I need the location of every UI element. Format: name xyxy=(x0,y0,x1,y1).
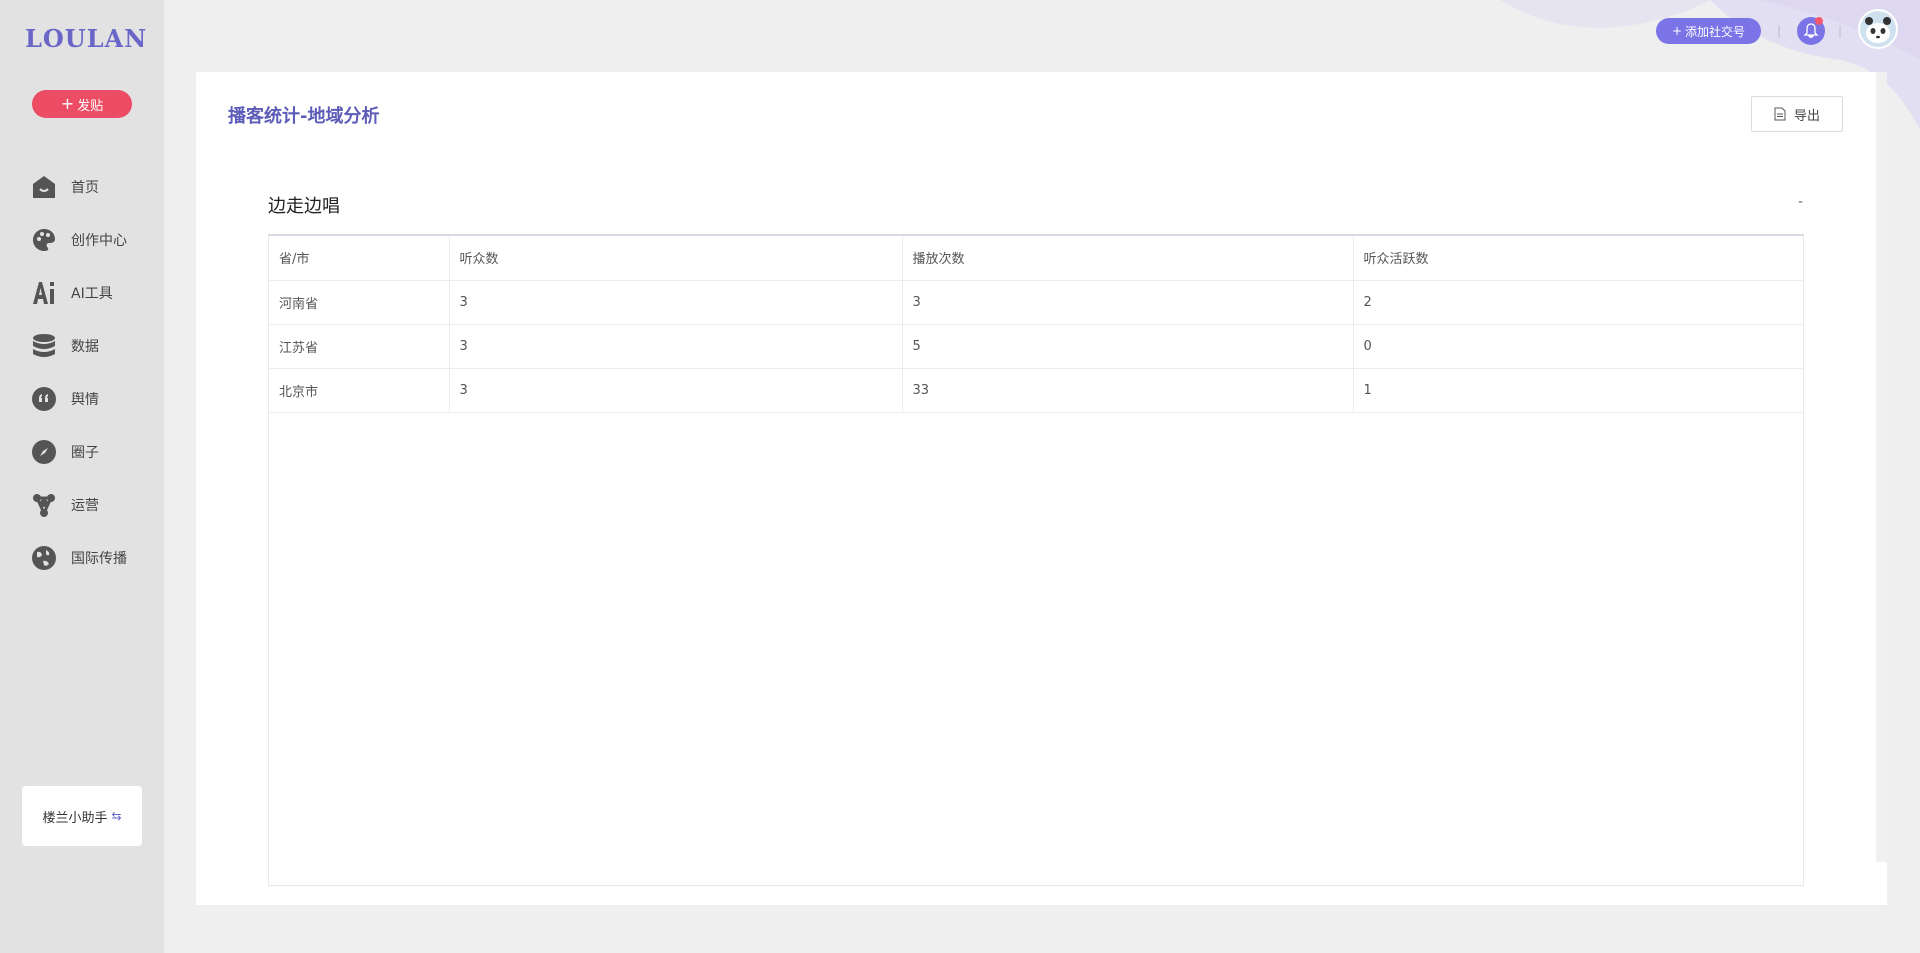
sidebar-item-label: 创作中心 xyxy=(71,232,127,249)
quote-icon xyxy=(31,386,57,412)
separator: | xyxy=(1777,24,1782,38)
sidebar-item-home[interactable]: 首页 xyxy=(0,160,164,213)
app-logo[interactable]: LOULAN xyxy=(25,24,147,53)
cell-active-listeners: 0 xyxy=(1353,324,1803,369)
table-header-row: 省/市 听众数 播放次数 听众活跃数 xyxy=(269,236,1803,281)
main-card: 播客统计-地域分析 导出 边走边唱 - 省/市 听众数 播放次数 听众活跃数 河… xyxy=(196,72,1887,905)
scrollbar[interactable] xyxy=(1876,72,1887,862)
cell-active-listeners: 2 xyxy=(1353,280,1803,325)
new-post-label: 发贴 xyxy=(77,98,104,114)
sidebar-item-label: 圈子 xyxy=(71,444,99,461)
cell-active-listeners: 1 xyxy=(1353,368,1803,413)
podcast-name: 边走边唱 xyxy=(268,196,340,217)
page-title: 播客统计-地域分析 xyxy=(228,106,380,127)
table-row: 江苏省 3 5 0 xyxy=(269,324,1803,369)
add-social-account-button[interactable]: + 添加社交号 xyxy=(1656,18,1761,44)
sidebar-item-ai-tools[interactable]: AI工具 xyxy=(0,266,164,319)
plus-icon: + xyxy=(1671,24,1683,38)
plus-icon: + xyxy=(60,94,75,113)
cell-region: 江苏省 xyxy=(269,324,450,369)
ai-icon xyxy=(31,280,57,306)
cell-plays: 33 xyxy=(902,368,1354,413)
column-header-active-listeners: 听众活跃数 xyxy=(1353,236,1803,281)
cell-listeners: 3 xyxy=(449,324,903,369)
sidebar-item-circles[interactable]: 圈子 xyxy=(0,425,164,478)
column-header-listeners: 听众数 xyxy=(449,236,903,281)
notification-bell-icon[interactable] xyxy=(1797,17,1825,45)
cell-listeners: 3 xyxy=(449,368,903,413)
network-icon xyxy=(31,492,57,518)
home-icon xyxy=(31,174,57,200)
new-post-button[interactable]: + 发贴 xyxy=(32,90,132,118)
sidebar-nav: 首页 创作中心 AI工具 数据 舆情 圈子 运营 国际传播 xyxy=(0,160,164,584)
notification-dot xyxy=(1815,17,1823,25)
cell-plays: 3 xyxy=(902,280,1354,325)
sidebar-item-operations[interactable]: 运营 xyxy=(0,478,164,531)
assistant-label: 楼兰小助手 xyxy=(42,810,108,826)
cell-region: 北京市 xyxy=(269,368,450,413)
sidebar-item-label: AI工具 xyxy=(71,285,113,302)
section-extra: - xyxy=(1797,194,1803,210)
sidebar-item-label: 国际传播 xyxy=(71,550,127,567)
sidebar-item-label: 首页 xyxy=(71,179,99,196)
compass-icon xyxy=(31,439,57,465)
column-header-plays: 播放次数 xyxy=(902,236,1354,281)
sidebar-item-label: 舆情 xyxy=(71,391,99,408)
separator: | xyxy=(1838,24,1843,38)
sidebar-item-data[interactable]: 数据 xyxy=(0,319,164,372)
swap-icon: ⇆ xyxy=(111,809,122,823)
palette-icon xyxy=(31,227,57,253)
cell-listeners: 3 xyxy=(449,280,903,325)
globe-icon xyxy=(31,545,57,571)
table-row: 北京市 3 33 1 xyxy=(269,368,1803,413)
sidebar-item-creation-center[interactable]: 创作中心 xyxy=(0,213,164,266)
database-icon xyxy=(31,333,57,359)
add-social-account-label: 添加社交号 xyxy=(1685,24,1746,39)
sidebar-item-public-opinion[interactable]: 舆情 xyxy=(0,372,164,425)
cell-region: 河南省 xyxy=(269,280,450,325)
sidebar: LOULAN + 发贴 首页 创作中心 AI工具 数据 舆情 圈子 运营 国际传… xyxy=(0,0,164,953)
assistant-button[interactable]: 楼兰小助手 ⇆ xyxy=(22,786,142,846)
sidebar-item-label: 数据 xyxy=(71,338,99,355)
region-table: 省/市 听众数 播放次数 听众活跃数 河南省 3 3 2 江苏省 3 5 0 北… xyxy=(268,234,1804,886)
export-label: 导出 xyxy=(1793,108,1820,124)
table-row: 河南省 3 3 2 xyxy=(269,280,1803,325)
sidebar-item-international[interactable]: 国际传播 xyxy=(0,531,164,584)
column-header-region: 省/市 xyxy=(269,236,450,281)
export-button[interactable]: 导出 xyxy=(1751,96,1843,132)
cell-plays: 5 xyxy=(902,324,1354,369)
sidebar-item-label: 运营 xyxy=(71,497,99,514)
avatar[interactable] xyxy=(1858,9,1898,49)
document-icon xyxy=(1774,107,1786,121)
